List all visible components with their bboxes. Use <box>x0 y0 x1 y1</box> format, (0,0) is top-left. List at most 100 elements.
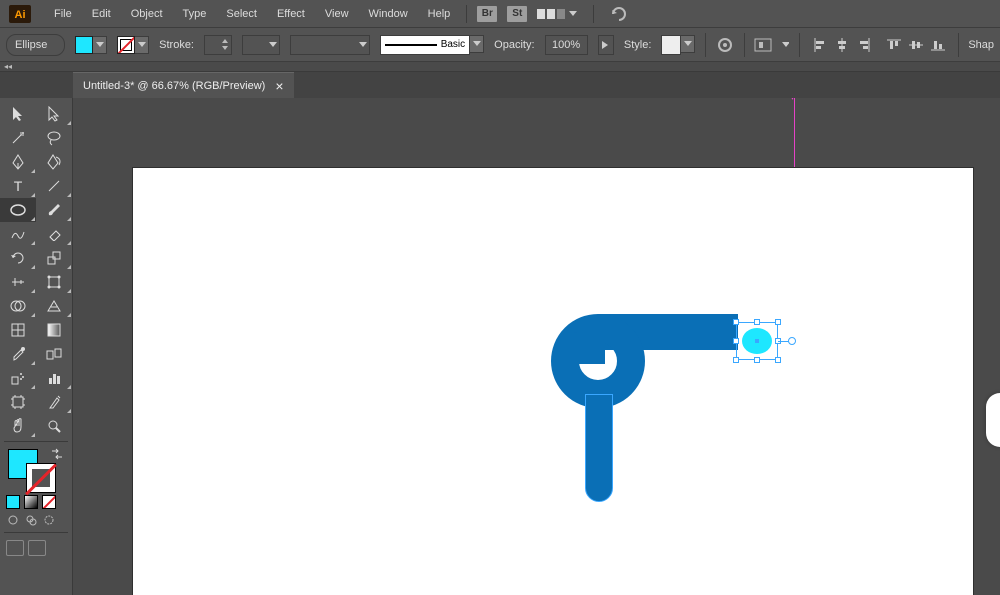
mesh-tool[interactable] <box>0 318 36 342</box>
draw-behind[interactable] <box>24 513 38 527</box>
chevron-right-icon <box>602 41 609 49</box>
shape-builder-tool[interactable] <box>0 294 36 318</box>
menu-object[interactable]: Object <box>121 0 173 28</box>
draw-inside[interactable] <box>42 513 56 527</box>
stroke-color-box[interactable] <box>26 463 56 493</box>
screen-mode-full[interactable] <box>28 540 46 556</box>
menu-edit[interactable]: Edit <box>82 0 121 28</box>
smart-guide-marker-icon: ▾ <box>790 98 795 103</box>
eraser-tool[interactable] <box>36 222 72 246</box>
menu-type[interactable]: Type <box>173 0 217 28</box>
artboard-icon <box>11 395 25 409</box>
paintbrush-tool[interactable] <box>36 198 72 222</box>
menu-view[interactable]: View <box>315 0 359 28</box>
document-tab[interactable]: Untitled-3* @ 66.67% (RGB/Preview) × <box>73 72 294 98</box>
align-top-button[interactable] <box>884 35 904 55</box>
document-tab-bar: Untitled-3* @ 66.67% (RGB/Preview) × <box>0 72 1000 98</box>
separator <box>958 33 959 57</box>
width-tool[interactable] <box>0 270 36 294</box>
align-to-button[interactable] <box>754 34 772 56</box>
artboard[interactable] <box>133 168 973 595</box>
resize-handle[interactable] <box>733 338 739 344</box>
menu-window[interactable]: Window <box>359 0 418 28</box>
workspace-switcher[interactable] <box>537 9 577 19</box>
arrow-cursor-outline-icon <box>47 106 61 122</box>
lasso-tool[interactable] <box>36 126 72 150</box>
resize-handle[interactable] <box>775 319 781 325</box>
center-point-icon <box>755 339 759 343</box>
fill-stroke-control[interactable] <box>0 445 72 493</box>
resize-handle[interactable] <box>775 357 781 363</box>
magic-wand-tool[interactable] <box>0 126 36 150</box>
variable-width-profile[interactable] <box>242 35 280 55</box>
slice-tool[interactable] <box>36 390 72 414</box>
hand-tool[interactable] <box>0 414 36 438</box>
resize-handle[interactable] <box>733 357 739 363</box>
align-bottom-button[interactable] <box>928 35 948 55</box>
sync-icon[interactable] <box>610 6 628 22</box>
line-tool[interactable] <box>36 174 72 198</box>
symbol-sprayer-tool[interactable] <box>0 366 36 390</box>
bar-chart-icon <box>47 371 61 385</box>
direct-selection-tool[interactable] <box>36 102 72 126</box>
menu-help[interactable]: Help <box>418 0 461 28</box>
curvature-tool[interactable] <box>36 150 72 174</box>
swap-fill-stroke-button[interactable] <box>50 447 64 464</box>
align-right-button[interactable] <box>854 35 874 55</box>
resize-handle[interactable] <box>733 319 739 325</box>
properties-panel-pull-tab[interactable] <box>986 393 1000 447</box>
stroke-weight-input[interactable] <box>204 35 232 55</box>
menu-select[interactable]: Select <box>216 0 267 28</box>
scale-tool[interactable] <box>36 246 72 270</box>
selection-tool[interactable] <box>0 102 36 126</box>
close-tab-button[interactable]: × <box>275 81 283 91</box>
free-transform-tool[interactable] <box>36 270 72 294</box>
stroke-profile-dropdown[interactable] <box>290 35 370 55</box>
shape-panel-label[interactable]: Shap <box>968 39 994 51</box>
scale-icon <box>47 251 61 265</box>
opacity-input[interactable]: 100% <box>545 35 588 55</box>
resize-handle[interactable] <box>754 319 760 325</box>
color-mode-solid[interactable] <box>6 495 20 509</box>
document-tab-title: Untitled-3* @ 66.67% (RGB/Preview) <box>83 80 265 92</box>
recolor-artwork-button[interactable] <box>716 34 733 56</box>
draw-normal[interactable] <box>6 513 20 527</box>
gradient-tool[interactable] <box>36 318 72 342</box>
pie-widget-handle[interactable] <box>788 337 796 345</box>
lasso-icon <box>46 130 62 146</box>
type-tool[interactable]: T <box>0 174 36 198</box>
artboard-tool[interactable] <box>0 390 36 414</box>
brush-definition-dropdown[interactable]: Basic <box>380 35 484 55</box>
free-transform-icon <box>47 275 61 289</box>
opacity-popup-button[interactable] <box>598 35 614 55</box>
fill-swatch-dropdown[interactable] <box>75 36 107 54</box>
curvature-icon <box>46 154 62 170</box>
stroke-swatch-dropdown[interactable] <box>117 36 149 54</box>
stock-badge[interactable]: St <box>507 6 527 22</box>
zoom-tool[interactable] <box>36 414 72 438</box>
selection-bounding-box[interactable] <box>736 322 778 360</box>
align-hcenter-button[interactable] <box>832 35 852 55</box>
canvas[interactable]: ▾ <box>73 98 1000 595</box>
resize-handle[interactable] <box>754 357 760 363</box>
panel-collapse-strip[interactable]: ◂◂ <box>0 62 1000 72</box>
chevron-down-icon[interactable] <box>782 42 788 47</box>
graphic-style-dropdown[interactable] <box>661 35 695 55</box>
screen-mode-normal[interactable] <box>6 540 24 556</box>
color-mode-gradient[interactable] <box>24 495 38 509</box>
ellipse-tool[interactable] <box>0 198 36 222</box>
bridge-badge[interactable]: Br <box>477 6 497 22</box>
eyedropper-tool[interactable] <box>0 342 36 366</box>
blend-tool[interactable] <box>36 342 72 366</box>
align-left-button[interactable] <box>810 35 830 55</box>
pen-tool[interactable] <box>0 150 36 174</box>
perspective-grid-tool[interactable] <box>36 294 72 318</box>
menu-file[interactable]: File <box>44 0 82 28</box>
control-bar: Ellipse Stroke: Basic Opacity: 100% Styl… <box>0 28 1000 62</box>
rotate-tool[interactable] <box>0 246 36 270</box>
color-mode-none[interactable] <box>42 495 56 509</box>
menu-effect[interactable]: Effect <box>267 0 315 28</box>
align-vcenter-button[interactable] <box>906 35 926 55</box>
shaper-tool[interactable] <box>0 222 36 246</box>
column-graph-tool[interactable] <box>36 366 72 390</box>
